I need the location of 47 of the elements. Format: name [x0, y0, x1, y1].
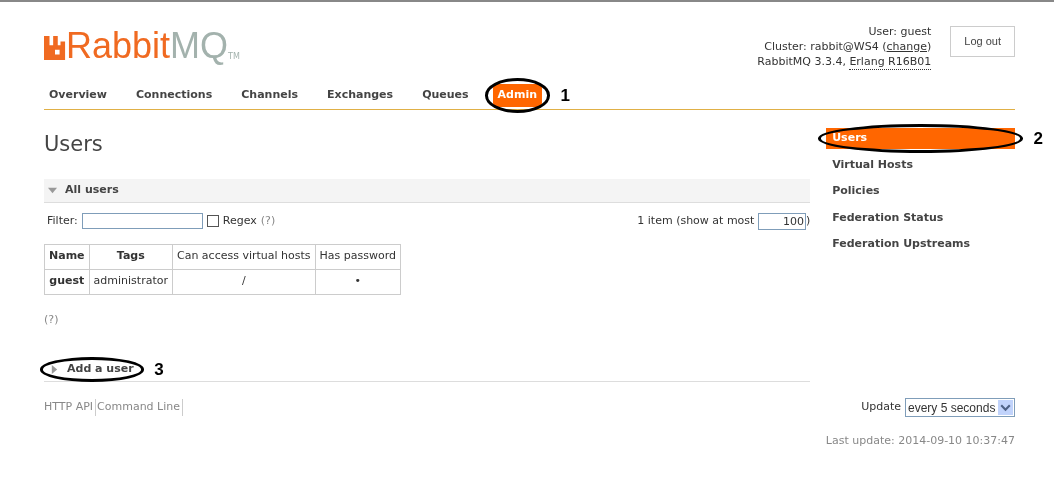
sidebar-item[interactable]: Federation Status	[826, 207, 1015, 228]
help-link[interactable]: (?)	[44, 312, 59, 326]
section-header[interactable]: Add a user	[48, 361, 136, 378]
table-cell: administrator	[89, 269, 173, 294]
help-link[interactable]: (?)	[260, 212, 276, 230]
column-header: Can access virtual hosts	[172, 244, 316, 269]
cluster-label: Cluster: rabbit@WS4 (	[764, 39, 887, 54]
update-label: Update	[861, 399, 901, 416]
item-count: 1 item (show at most	[637, 212, 756, 229]
last-update: Last update: 2014-09-10 10:37:47	[825, 433, 1015, 449]
nav-tab[interactable]: Overview	[44, 84, 112, 107]
logo-icon	[44, 35, 66, 61]
callout-ellipse	[484, 78, 551, 113]
rabbitmq-logo: RabbitMQTM	[44, 28, 240, 64]
nav-tab[interactable]: Queues	[417, 84, 474, 107]
nav-tab[interactable]: Connections	[131, 84, 218, 107]
sidebar-item[interactable]: Virtual Hosts	[826, 154, 1015, 175]
max-items-field[interactable]: 100	[757, 212, 806, 230]
table-cell: /	[172, 269, 316, 294]
callout-number: 2	[1033, 127, 1043, 150]
callout-number: 1	[560, 84, 571, 107]
sidebar-item[interactable]: Policies	[826, 181, 1015, 202]
section-header[interactable]: All users	[44, 178, 811, 203]
column-header: Has password	[315, 244, 401, 269]
nav-tab[interactable]: Exchanges	[322, 84, 399, 107]
table-cell: guest	[44, 269, 90, 294]
version-label: RabbitMQ 3.3.4,	[757, 54, 847, 70]
regex-checkbox[interactable]	[206, 215, 219, 227]
column-header: Name	[44, 244, 90, 269]
regex-label: Regex	[222, 212, 257, 229]
change-link[interactable]: change	[886, 39, 927, 54]
erlang-version: Erlang R16B01	[849, 54, 932, 70]
cluster-paren: )	[927, 39, 932, 54]
filter-field[interactable]	[81, 213, 203, 229]
column-header: Tags	[89, 244, 173, 269]
footer-link[interactable]: HTTP API	[44, 399, 97, 416]
filter-label: Filter:	[47, 212, 78, 229]
footer-link[interactable]: Command Line	[96, 399, 184, 416]
user-label: User: guest	[868, 24, 932, 39]
sidebar-item[interactable]: Federation Upstreams	[826, 234, 1015, 255]
logout-button[interactable]: Log out	[950, 26, 1015, 57]
update-dropdown[interactable]: every 5 seconds	[905, 398, 1015, 417]
table-cell: •	[315, 269, 401, 294]
nav-tab[interactable]: Channels	[236, 84, 303, 107]
page-title: Users	[44, 131, 104, 158]
count-paren: )	[805, 212, 811, 229]
callout-number: 3	[154, 358, 164, 381]
